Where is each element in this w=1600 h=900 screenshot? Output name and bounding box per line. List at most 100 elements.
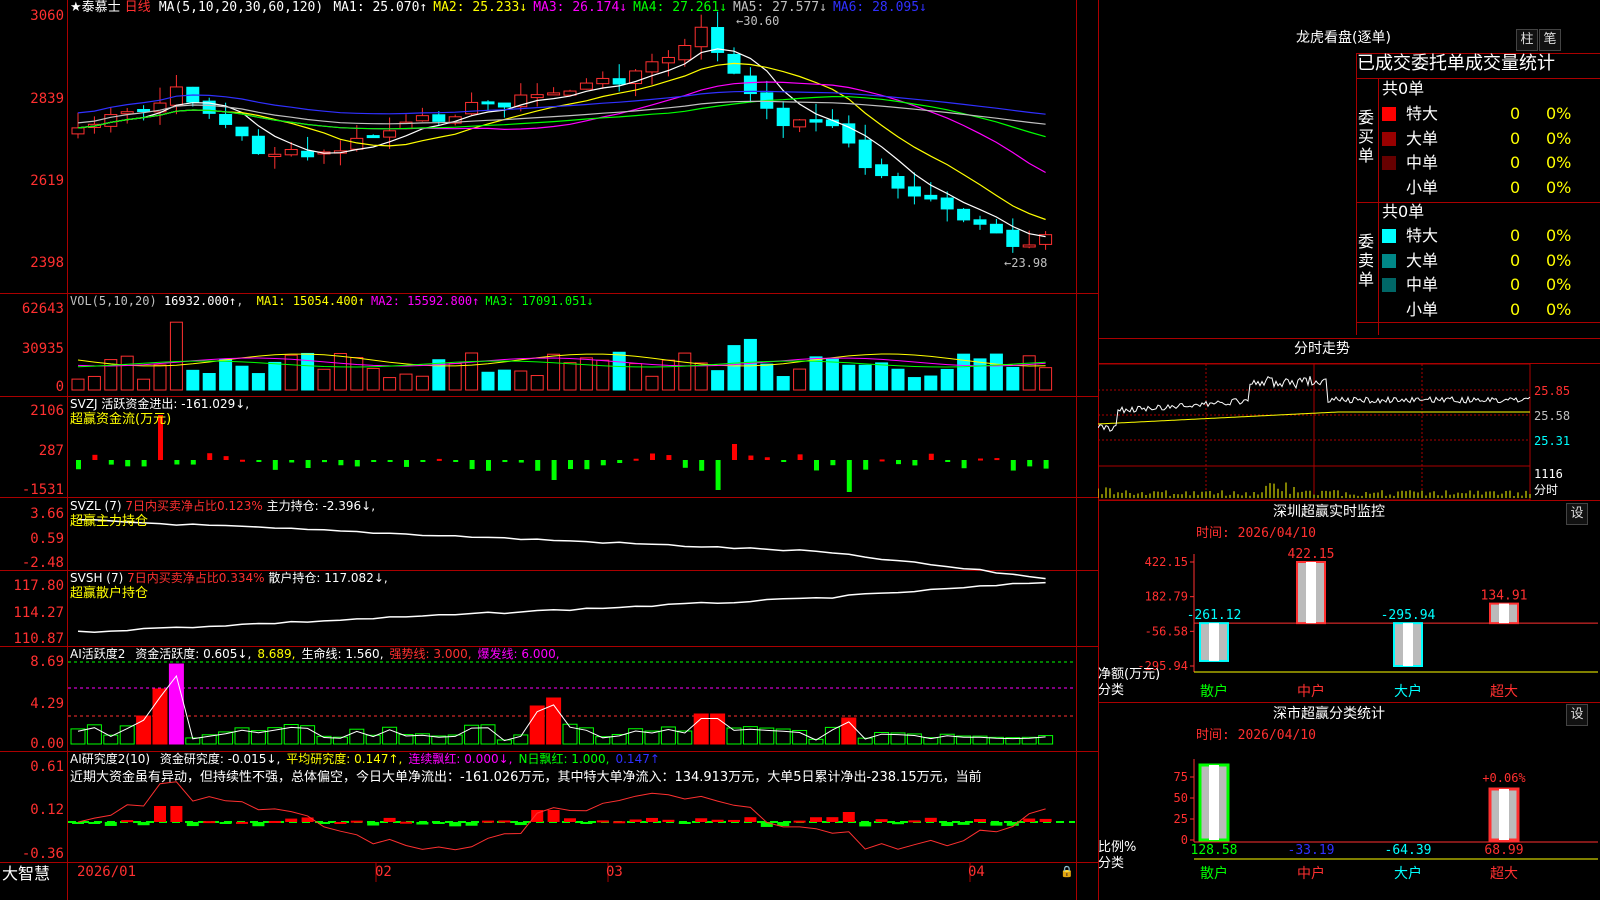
flow-bar	[699, 460, 705, 471]
bar-mode-button[interactable]: 柱	[1516, 29, 1538, 51]
volume-bar	[579, 357, 593, 391]
research-bar	[580, 822, 593, 824]
flow-bar	[961, 460, 967, 469]
volume-bar	[547, 353, 561, 391]
svzj-header: SVZJ 活跃资金进出: -161.029↓,	[70, 397, 250, 411]
ma-legend-5: MA5: 27.577↓	[733, 0, 827, 15]
candle-down	[973, 219, 987, 225]
order-volume: 0	[1510, 250, 1521, 270]
research-bar	[1023, 818, 1036, 822]
volume-bar	[137, 378, 151, 391]
svzl-line	[77, 518, 1046, 580]
class-y-label: 25	[1174, 812, 1188, 826]
research-bar	[990, 822, 1003, 826]
volume-bar	[940, 368, 954, 391]
class-value-label: -64.39	[1385, 843, 1432, 858]
monitor-y-label: 422.15	[1145, 555, 1188, 569]
candle-up	[547, 92, 561, 96]
volume-bar	[350, 357, 364, 391]
flow-bar	[945, 460, 951, 462]
divider	[1378, 78, 1379, 335]
research-bar	[514, 822, 527, 826]
ai-research-header: AI研究度2(10) 资金研究度: -0.015↓, 平均研究度: 0.147↑,…	[70, 752, 660, 766]
net-amount-label: 422.15	[1288, 547, 1335, 562]
order-volume: 0	[1510, 153, 1521, 172]
candle-down	[251, 135, 265, 155]
class-settings-button[interactable]: 设	[1566, 704, 1588, 726]
research-bar	[350, 820, 363, 823]
candle-down	[235, 126, 249, 137]
flow-bar	[240, 459, 245, 462]
flow-bar	[108, 460, 114, 465]
sz-monitor-title: 深圳超赢实时监控	[1273, 504, 1385, 520]
research-line	[77, 781, 1046, 851]
svzj-y-label: -1531	[21, 482, 64, 498]
class-pct-label: +0.06%	[1482, 771, 1526, 785]
volume-bar	[596, 359, 610, 391]
flow-bar	[453, 460, 459, 462]
order-row: 特大 0 0%	[1382, 225, 1600, 247]
lock-icon[interactable]: 🔒	[1060, 864, 1074, 879]
research-bar	[810, 817, 822, 822]
research-bar	[203, 821, 216, 824]
research-bar	[449, 822, 462, 827]
volume-bar	[169, 321, 183, 391]
flow-bar	[272, 460, 278, 470]
research-bar	[334, 821, 347, 824]
research-bar	[498, 820, 511, 823]
svsh-y-label: 110.87	[13, 631, 64, 647]
divider	[1098, 702, 1600, 703]
flow-bar	[830, 460, 836, 466]
candle-down	[875, 164, 889, 177]
bar-highlight	[1306, 562, 1316, 624]
main-chart-area[interactable]: 3060 2839 2619 2398 62643 30935 0 2106 2…	[0, 0, 1098, 900]
volume-bar	[645, 375, 659, 391]
order-volume: 0	[1510, 299, 1521, 319]
x-axis-label: 04	[968, 864, 985, 880]
svzl-header: SVZL (7) 7日内买卖净占比0.123% 主力持仓: -2.396↓,	[70, 499, 376, 513]
monitor-settings-button[interactable]: 设	[1566, 503, 1588, 525]
research-bar	[793, 820, 806, 823]
order-color-swatch	[1382, 229, 1396, 243]
intraday-chart[interactable]	[1098, 364, 1600, 502]
order-volume: 0	[1510, 177, 1521, 197]
ai-active-metric-4: 强势线: 3.000,	[389, 647, 472, 661]
volume-header: VOL(5,10,20) 16932.000↑, MA1: 15054.400↑…	[70, 294, 594, 308]
ma-legend-1: MA1: 25.070↑	[333, 0, 428, 15]
candle-up	[793, 119, 807, 128]
research-bar	[1006, 822, 1019, 826]
flow-bar	[518, 460, 524, 463]
flow-bar	[289, 460, 295, 463]
candle-up	[694, 26, 708, 48]
vol-ma-legend-3: MA3: 17091.051↓	[485, 294, 594, 308]
order-volume: 0	[1510, 128, 1521, 148]
ai-active-metric-5: 爆发线: 6.000,	[477, 647, 560, 661]
class-chart: 75 50 25 0 +0.06% 128.58 散户 -33.19 中户 -64.39 大户 68.…	[1174, 759, 1598, 882]
volume-bar	[186, 369, 200, 391]
monitor-y-label: 182.79	[1145, 590, 1188, 604]
research-bar	[662, 819, 675, 822]
x-axis-label: 03	[606, 864, 623, 880]
order-row: 中单 0 0%	[1382, 152, 1600, 174]
class-y-label: 0	[1181, 833, 1188, 847]
vol-y-label: 30935	[21, 341, 64, 357]
favorite-star-icon[interactable]: ★	[70, 0, 82, 15]
research-bar	[137, 822, 150, 826]
volume-bar	[1006, 366, 1020, 391]
pen-mode-button[interactable]: 笔	[1539, 29, 1561, 51]
svsh-y-label: 114.27	[13, 605, 64, 621]
volume-bar	[399, 373, 413, 391]
flow-bar	[666, 455, 672, 460]
divider	[1356, 53, 1357, 335]
vol-ma-legend-1: MA1: 15054.400↑	[256, 294, 366, 308]
research-bar	[613, 821, 626, 824]
flow-bar	[600, 460, 606, 466]
period-label[interactable]: 日线	[125, 0, 151, 15]
candle-down	[137, 109, 151, 113]
volume-bar	[711, 370, 725, 391]
sell-total: 共0单	[1382, 202, 1425, 221]
class-value-label: 128.58	[1191, 843, 1238, 858]
category-label: 大户	[1394, 683, 1422, 700]
order-percent: 0%	[1546, 299, 1572, 319]
volume-bar	[924, 375, 938, 391]
